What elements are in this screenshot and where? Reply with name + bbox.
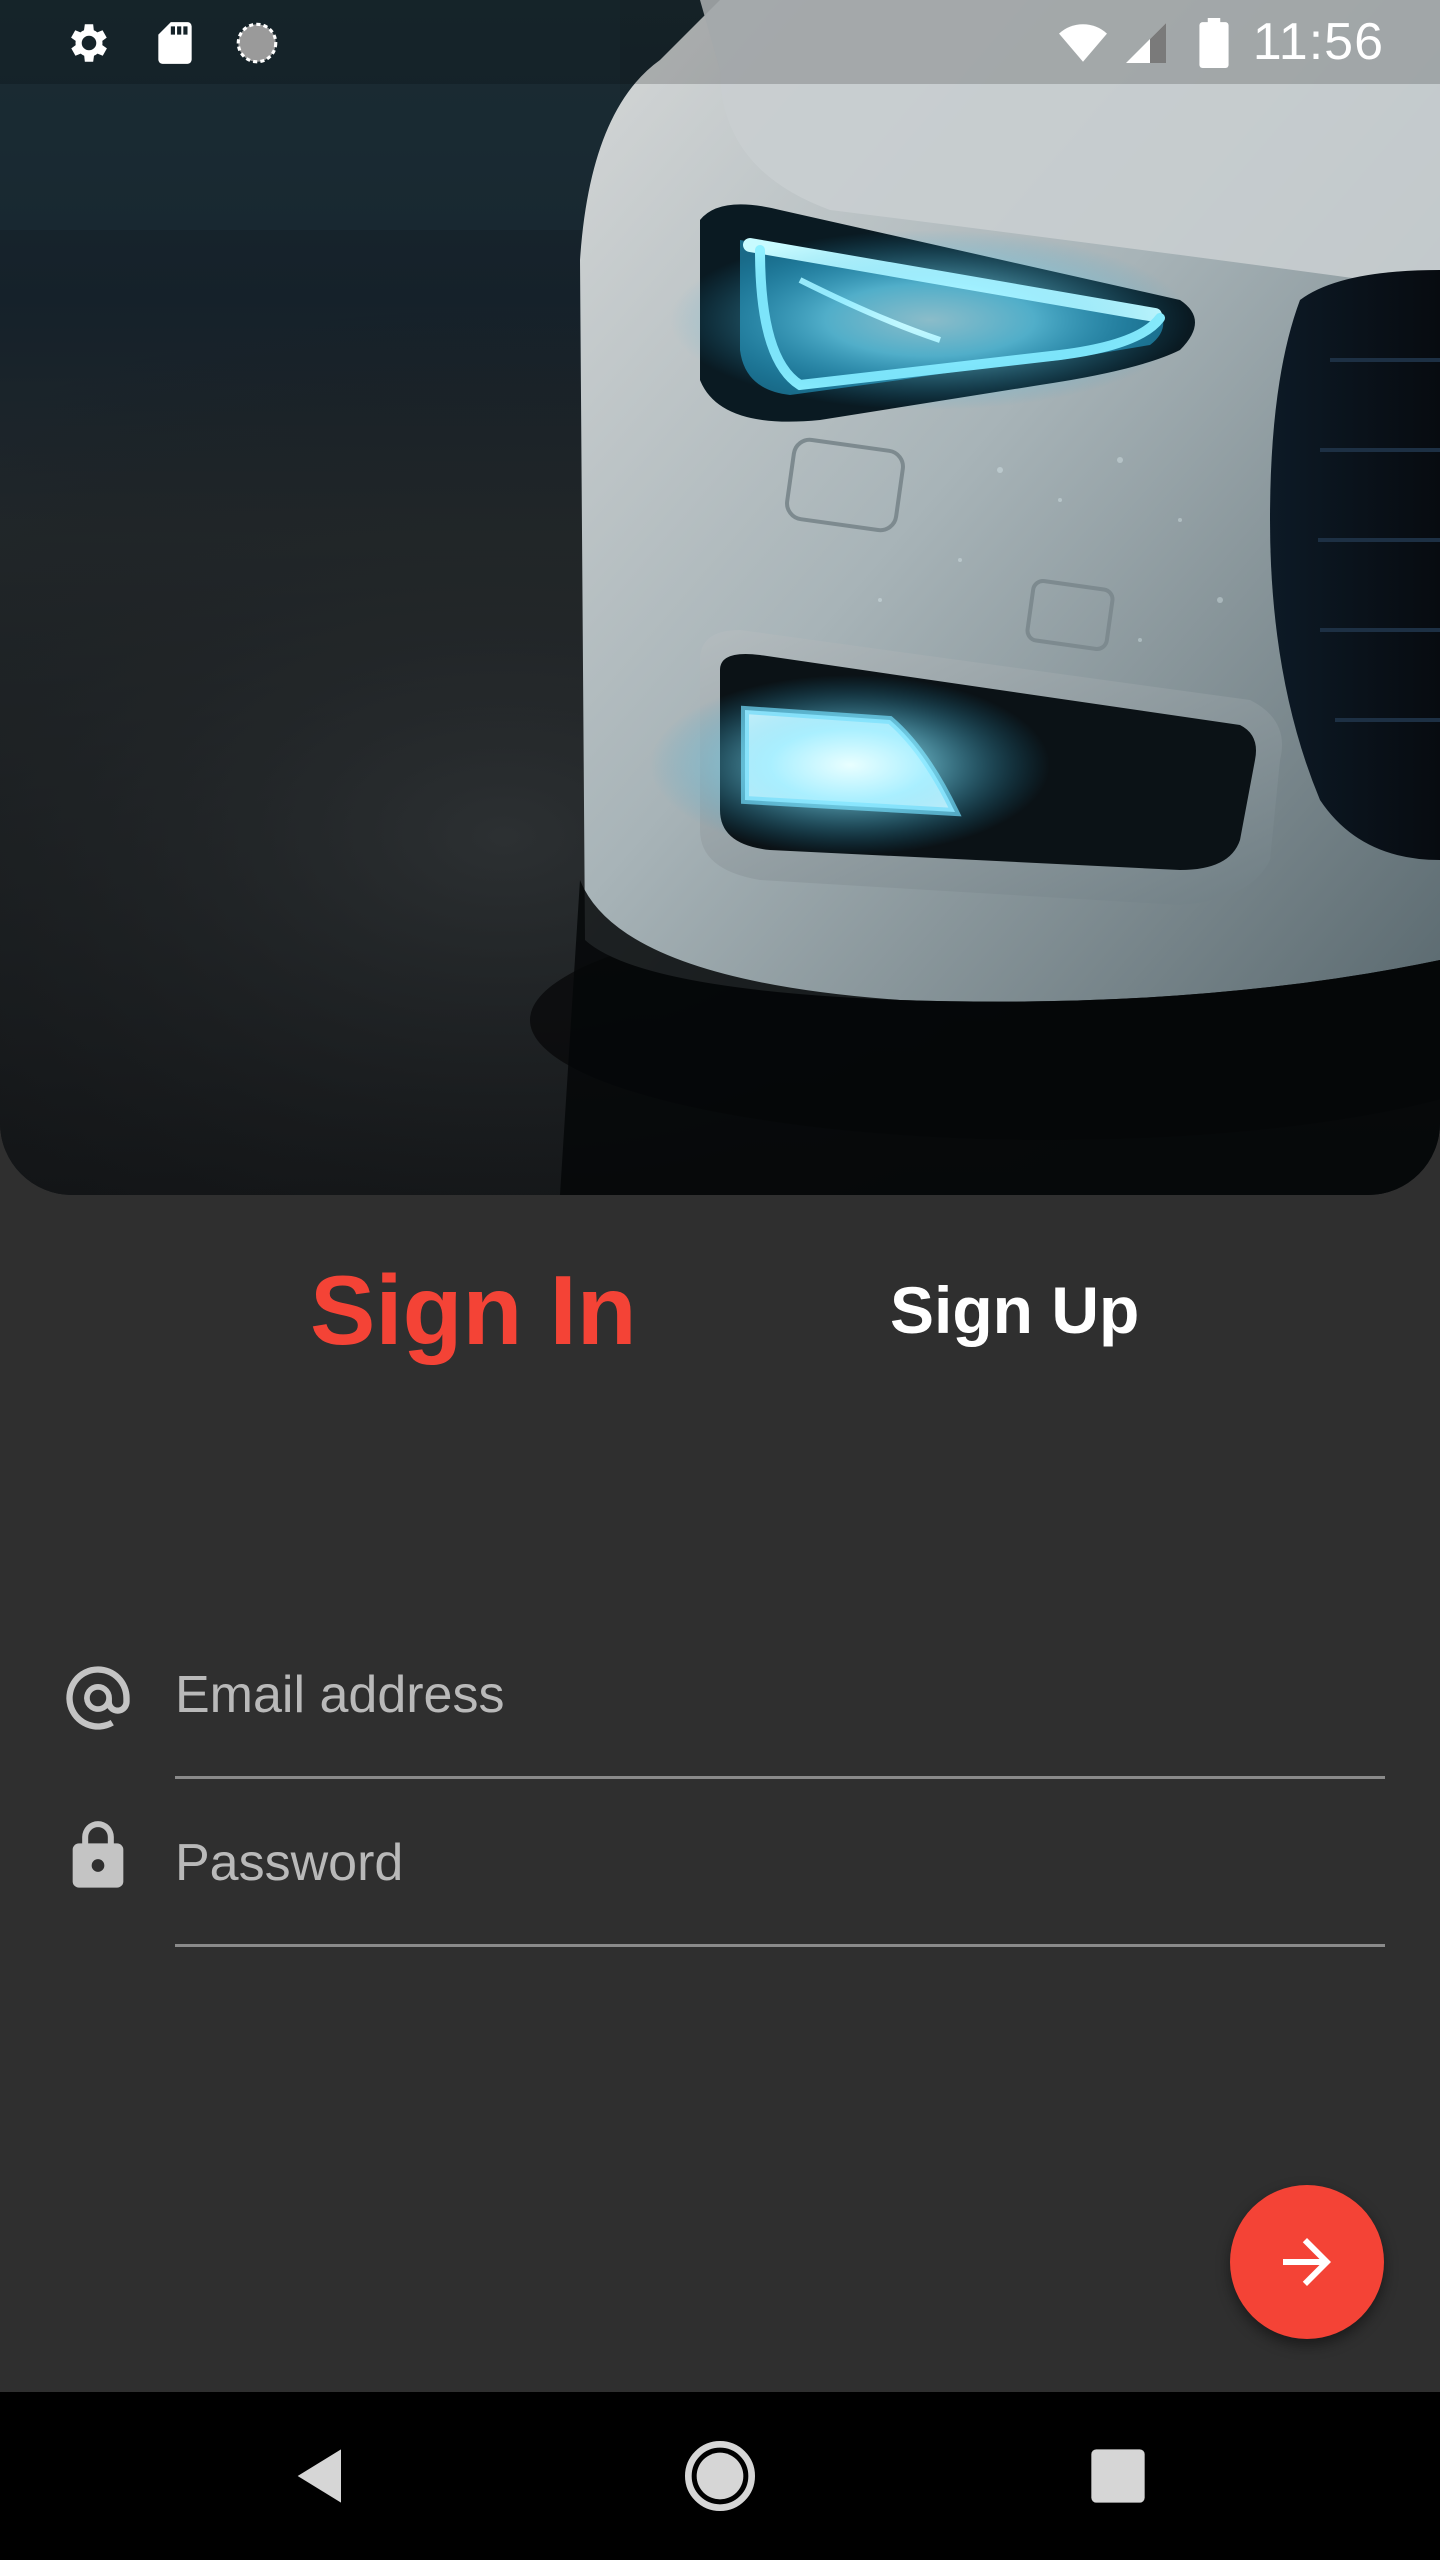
navigation-bar [0, 2392, 1440, 2560]
sd-card-icon [158, 22, 192, 64]
auth-tabs: Sign In Sign Up [0, 1240, 1440, 1380]
signal-icon [1126, 23, 1166, 63]
wifi-icon [1059, 24, 1107, 62]
status-bar: 11:56 [0, 0, 1440, 84]
recents-icon[interactable] [1078, 2436, 1158, 2516]
tab-sign-up[interactable]: Sign Up [890, 1240, 1139, 1380]
tab-sign-in[interactable]: Sign In [310, 1240, 637, 1380]
battery-icon [1199, 18, 1229, 68]
lock-icon [72, 1821, 124, 1888]
email-input[interactable] [175, 1645, 1385, 1745]
status-time: 11:56 [1252, 13, 1384, 71]
submit-button[interactable] [1230, 2185, 1384, 2339]
home-icon[interactable] [680, 2436, 760, 2516]
sign-in-screen: 11:56 Sign In Sign Up [0, 0, 1440, 2560]
hero-car-image [0, 0, 1440, 1195]
email-underline [175, 1776, 1385, 1779]
password-underline [175, 1944, 1385, 1947]
password-input[interactable] [175, 1813, 1385, 1913]
settings-icon [71, 24, 107, 62]
at-sign-icon [66, 1666, 130, 1730]
sync-icon [236, 22, 278, 64]
back-icon[interactable] [281, 2436, 361, 2516]
email-field-row [0, 1625, 1440, 1779]
password-field-row [0, 1793, 1440, 1947]
arrow-right-icon [1283, 2238, 1331, 2286]
